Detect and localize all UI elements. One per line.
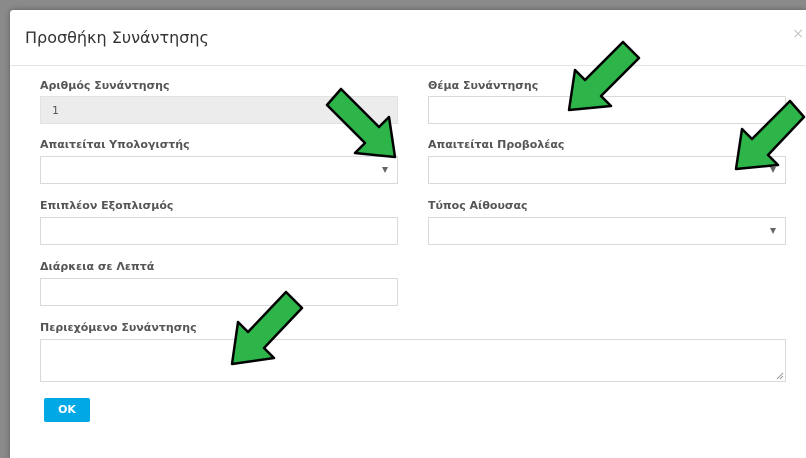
arrow-pointer-icon: [734, 99, 806, 171]
computer-required-label: Απαιτείται Υπολογιστής: [40, 138, 190, 151]
arrow-pointer-icon: [230, 290, 304, 366]
extra-equipment-label: Επιπλέον Εξοπλισμός: [40, 199, 174, 212]
meeting-content-textarea[interactable]: [40, 339, 786, 382]
add-meeting-dialog: Προσθήκη Συνάντησης × Αριθμός Συνάντησης…: [10, 10, 806, 458]
extra-equipment-input[interactable]: [40, 217, 398, 245]
close-button[interactable]: ×: [792, 26, 804, 42]
resize-grip-icon[interactable]: [776, 372, 784, 380]
meeting-number-label: Αριθμός Συνάντησης: [40, 79, 170, 92]
room-type-label: Τύπος Αίθουσας: [428, 199, 528, 212]
room-type-select[interactable]: [428, 217, 786, 245]
ok-button[interactable]: OK: [44, 398, 90, 422]
duration-label: Διάρκεια σε Λεπτά: [40, 260, 155, 273]
meeting-content-label: Περιεχόμενο Συνάντησης: [40, 321, 197, 334]
dialog-header: Προσθήκη Συνάντησης ×: [10, 10, 806, 66]
arrow-pointer-icon: [567, 40, 641, 112]
chevron-down-icon: [382, 167, 388, 173]
projector-required-label: Απαιτείται Προβολέας: [428, 138, 565, 151]
chevron-down-icon: [770, 228, 776, 234]
meeting-subject-label: Θέμα Συνάντησης: [428, 79, 539, 92]
dialog-title: Προσθήκη Συνάντησης: [25, 28, 209, 47]
arrow-pointer-icon: [325, 87, 397, 159]
duration-input[interactable]: [40, 278, 398, 306]
